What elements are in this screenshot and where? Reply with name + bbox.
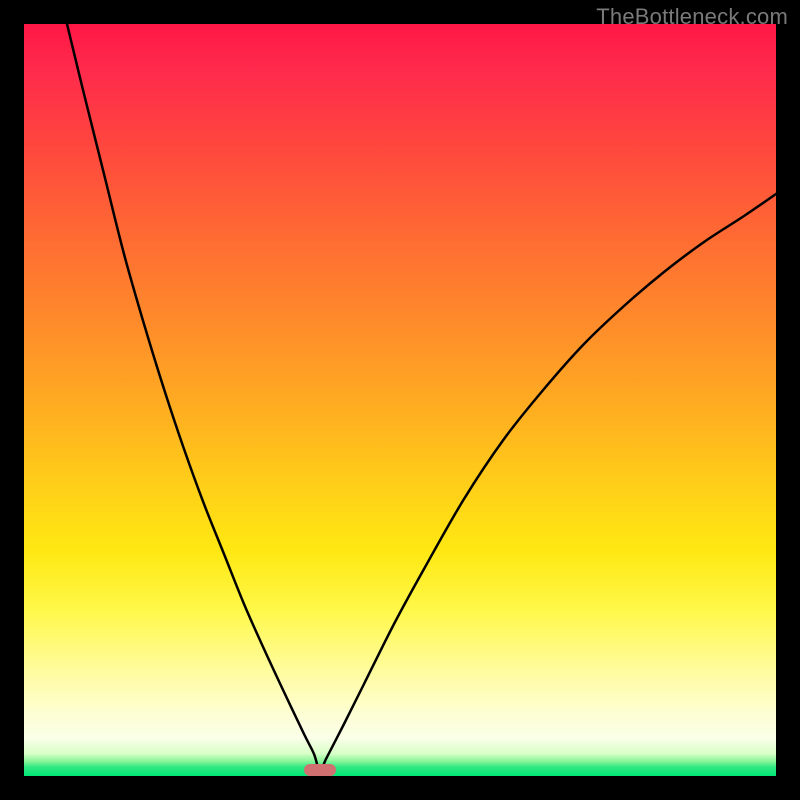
bottleneck-curve [24, 24, 776, 776]
plot-frame [24, 24, 776, 776]
valley-marker [304, 764, 336, 776]
